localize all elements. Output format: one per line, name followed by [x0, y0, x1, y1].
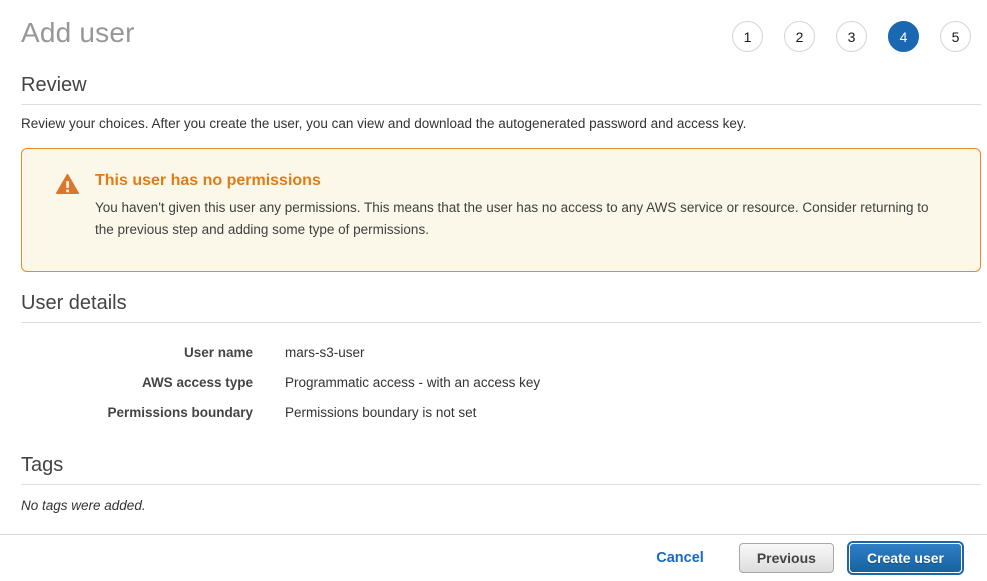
step-2[interactable]: 2	[784, 21, 815, 52]
user-details-rows: User name mars-s3-user AWS access type P…	[21, 338, 981, 428]
section-divider	[21, 484, 981, 485]
user-details-section: User details User name mars-s3-user AWS …	[21, 291, 981, 428]
detail-value: Permissions boundary is not set	[285, 405, 476, 420]
review-section: Review Review your choices. After you cr…	[21, 73, 981, 272]
detail-label: Permissions boundary	[21, 405, 253, 420]
review-heading: Review	[21, 73, 981, 97]
step-1[interactable]: 1	[732, 21, 763, 52]
detail-value: mars-s3-user	[285, 345, 365, 360]
detail-row-permissions-boundary: Permissions boundary Permissions boundar…	[21, 398, 981, 428]
cancel-button[interactable]: Cancel	[656, 550, 704, 566]
warning-content: This user has no permissions You haven't…	[95, 172, 950, 240]
page-title: Add user	[21, 16, 135, 50]
add-user-wizard-page: Add user 1 2 3 4 5 Review Review your ch…	[0, 0, 987, 581]
detail-row-user-name: User name mars-s3-user	[21, 338, 981, 368]
detail-label: User name	[21, 345, 253, 360]
step-4-active[interactable]: 4	[888, 21, 919, 52]
warning-triangle-icon	[56, 174, 79, 200]
section-divider	[21, 104, 981, 105]
create-user-button[interactable]: Create user	[849, 543, 962, 573]
review-description: Review your choices. After you create th…	[21, 115, 981, 132]
detail-row-access-type: AWS access type Programmatic access - wi…	[21, 368, 981, 398]
tags-section: Tags No tags were added.	[21, 453, 981, 513]
detail-value: Programmatic access - with an access key	[285, 375, 540, 390]
no-permissions-warning-alert: This user has no permissions You haven't…	[21, 148, 981, 272]
wizard-footer: Cancel Previous Create user	[0, 534, 987, 581]
tags-empty-message: No tags were added.	[21, 498, 981, 513]
wizard-content: Review Review your choices. After you cr…	[0, 52, 987, 534]
wizard-header: Add user 1 2 3 4 5	[0, 0, 987, 52]
warning-body: You haven't given this user any permissi…	[95, 197, 950, 240]
detail-label: AWS access type	[21, 375, 253, 390]
user-details-heading: User details	[21, 291, 981, 315]
tags-heading: Tags	[21, 453, 981, 477]
step-indicator: 1 2 3 4 5	[732, 21, 971, 52]
previous-button[interactable]: Previous	[739, 543, 834, 573]
step-3[interactable]: 3	[836, 21, 867, 52]
section-divider	[21, 322, 981, 323]
step-5[interactable]: 5	[940, 21, 971, 52]
warning-title: This user has no permissions	[95, 172, 950, 190]
